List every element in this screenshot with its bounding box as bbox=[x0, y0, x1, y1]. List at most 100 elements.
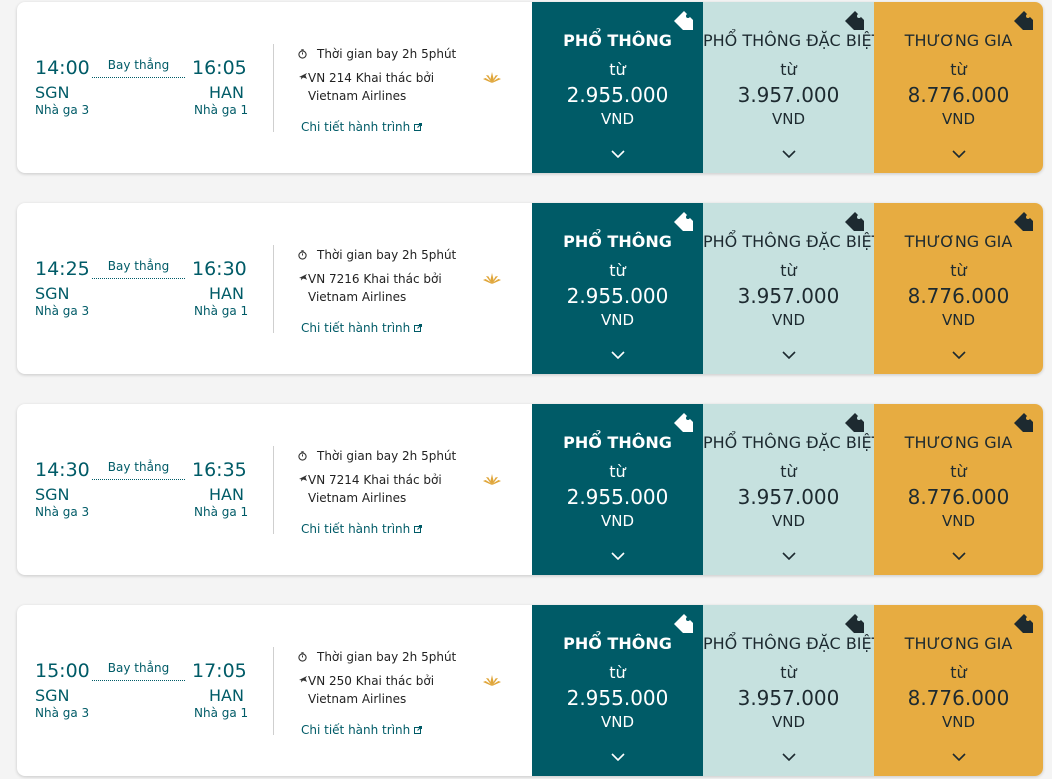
stopwatch-icon bbox=[298, 49, 307, 62]
departure-terminal: Nhà ga 3 bbox=[35, 103, 90, 117]
fare-price: 8.776.000 bbox=[907, 83, 1010, 107]
fare-price: 3.957.000 bbox=[737, 83, 840, 107]
stop-label: Bay thẳng bbox=[107, 661, 170, 675]
fare-from-label: từ bbox=[609, 60, 626, 79]
fare-option-premium-economy[interactable]: PHỔ THÔNG ĐẶC BIỆT từ 3.957.000 VND bbox=[703, 2, 882, 173]
fare-name: PHỔ THÔNG bbox=[563, 634, 672, 653]
arrival-terminal: Nhà ga 1 bbox=[194, 505, 249, 519]
arrival-airport-code: HAN bbox=[209, 284, 244, 303]
fare-currency: VND bbox=[600, 512, 635, 530]
fare-name: PHỔ THÔNG ĐẶC BIỆT bbox=[703, 31, 882, 50]
fare-option-premium-economy[interactable]: PHỔ THÔNG ĐẶC BIỆT từ 3.957.000 VND bbox=[703, 404, 881, 575]
fare-from-label: từ bbox=[950, 60, 967, 79]
stop-label: Bay thẳng bbox=[107, 58, 170, 72]
fare-name: PHỔ THÔNG ĐẶC BIỆT bbox=[703, 232, 882, 251]
external-link-icon bbox=[414, 726, 423, 737]
flight-duration: Thời gian bay 2h 5phút bbox=[317, 248, 457, 262]
arrival-time: 16:30 bbox=[192, 258, 247, 280]
external-link-icon bbox=[414, 324, 423, 335]
fare-option-business[interactable]: THƯƠNG GIA từ 8.776.000 VND bbox=[874, 605, 1043, 776]
chevron-down-icon bbox=[781, 545, 796, 564]
fare-option-premium-economy[interactable]: PHỔ THÔNG ĐẶC BIỆT từ 3.957.000 VND bbox=[703, 605, 881, 776]
arrival-airport-code: HAN bbox=[209, 686, 244, 705]
arrival-time: 16:05 bbox=[192, 57, 247, 79]
fare-name: THƯƠNG GIA bbox=[904, 634, 1013, 653]
fare-currency: VND bbox=[771, 110, 806, 128]
fare-name: THƯƠNG GIA bbox=[904, 31, 1013, 50]
flight-operator: VN 7216 Khai thác bởi Vietnam Airlines bbox=[308, 272, 442, 304]
fare-price: 8.776.000 bbox=[907, 686, 1010, 710]
departure-airport-code: SGN bbox=[35, 284, 70, 303]
arrival-time: 17:05 bbox=[192, 660, 247, 682]
departure-time: 14:00 bbox=[35, 57, 90, 79]
flight-card: 14:30 Bay thẳng 16:35 SGN HAN Nhà ga 3 N… bbox=[17, 404, 1043, 575]
itinerary-details-link[interactable]: Chi tiết hành trình bbox=[301, 120, 423, 134]
divider bbox=[273, 245, 274, 333]
fare-price: 3.957.000 bbox=[737, 686, 840, 710]
fare-currency: VND bbox=[771, 311, 806, 329]
departure-time: 14:30 bbox=[35, 459, 90, 481]
arrival-airport-code: HAN bbox=[209, 83, 244, 102]
fare-from-label: từ bbox=[609, 261, 626, 280]
fare-price: 8.776.000 bbox=[907, 485, 1010, 509]
chevron-down-icon bbox=[781, 344, 796, 363]
plane-icon bbox=[298, 71, 308, 84]
flight-duration: Thời gian bay 2h 5phút bbox=[317, 650, 457, 664]
itinerary-details-link[interactable]: Chi tiết hành trình bbox=[301, 522, 423, 536]
fare-currency: VND bbox=[771, 713, 806, 731]
chevron-down-icon bbox=[951, 545, 966, 564]
chevron-down-icon bbox=[610, 746, 625, 765]
fare-from-label: từ bbox=[780, 663, 797, 682]
vietnam-airlines-lotus-logo bbox=[482, 271, 502, 290]
fare-from-label: từ bbox=[780, 261, 797, 280]
fare-from-label: từ bbox=[950, 663, 967, 682]
fare-currency: VND bbox=[771, 512, 806, 530]
stopwatch-icon bbox=[298, 652, 307, 665]
fare-from-label: từ bbox=[780, 60, 797, 79]
departure-terminal: Nhà ga 3 bbox=[35, 304, 90, 318]
route-line bbox=[92, 479, 185, 480]
fare-currency: VND bbox=[941, 512, 976, 530]
divider bbox=[273, 446, 274, 534]
stop-label: Bay thẳng bbox=[107, 259, 170, 273]
departure-time: 14:25 bbox=[35, 258, 90, 280]
fare-name: PHỔ THÔNG bbox=[563, 232, 672, 251]
fare-from-label: từ bbox=[780, 462, 797, 481]
stopwatch-icon bbox=[298, 250, 307, 263]
itinerary-details-link[interactable]: Chi tiết hành trình bbox=[301, 723, 423, 737]
route-line bbox=[92, 680, 185, 681]
fare-price: 2.955.000 bbox=[566, 485, 669, 509]
fare-option-economy[interactable]: PHỔ THÔNG từ 2.955.000 VND bbox=[532, 404, 703, 575]
fare-option-economy[interactable]: PHỔ THÔNG từ 2.955.000 VND bbox=[532, 2, 703, 173]
fare-price: 2.955.000 bbox=[566, 284, 669, 308]
divider bbox=[273, 44, 274, 132]
fare-currency: VND bbox=[600, 110, 635, 128]
fare-option-business[interactable]: THƯƠNG GIA từ 8.776.000 VND bbox=[874, 2, 1043, 173]
itinerary-details-label: Chi tiết hành trình bbox=[301, 321, 411, 335]
external-link-icon bbox=[414, 525, 423, 536]
fare-option-economy[interactable]: PHỔ THÔNG từ 2.955.000 VND bbox=[532, 605, 703, 776]
fare-price: 2.955.000 bbox=[566, 686, 669, 710]
departure-time: 15:00 bbox=[35, 660, 90, 682]
flight-duration: Thời gian bay 2h 5phút bbox=[317, 449, 457, 463]
arrival-terminal: Nhà ga 1 bbox=[194, 103, 249, 117]
fare-option-business[interactable]: THƯƠNG GIA từ 8.776.000 VND bbox=[874, 203, 1043, 374]
chevron-down-icon bbox=[781, 143, 796, 162]
chevron-down-icon bbox=[781, 746, 796, 765]
fare-currency: VND bbox=[941, 713, 976, 731]
fare-option-economy[interactable]: PHỔ THÔNG từ 2.955.000 VND bbox=[532, 203, 703, 374]
plane-icon bbox=[298, 674, 308, 687]
route-line bbox=[92, 77, 185, 78]
chevron-down-icon bbox=[951, 344, 966, 363]
departure-airport-code: SGN bbox=[35, 485, 70, 504]
fare-option-business[interactable]: THƯƠNG GIA từ 8.776.000 VND bbox=[874, 404, 1043, 575]
divider bbox=[273, 647, 274, 735]
vietnam-airlines-lotus-logo bbox=[482, 70, 502, 89]
fare-option-premium-economy[interactable]: PHỔ THÔNG ĐẶC BIỆT từ 3.957.000 VND bbox=[703, 203, 882, 374]
vietnam-airlines-lotus-logo bbox=[482, 673, 502, 692]
departure-terminal: Nhà ga 3 bbox=[35, 505, 90, 519]
fare-from-label: từ bbox=[609, 663, 626, 682]
departure-terminal: Nhà ga 3 bbox=[35, 706, 90, 720]
fare-name: PHỔ THÔNG bbox=[563, 31, 672, 50]
itinerary-details-link[interactable]: Chi tiết hành trình bbox=[301, 321, 423, 335]
